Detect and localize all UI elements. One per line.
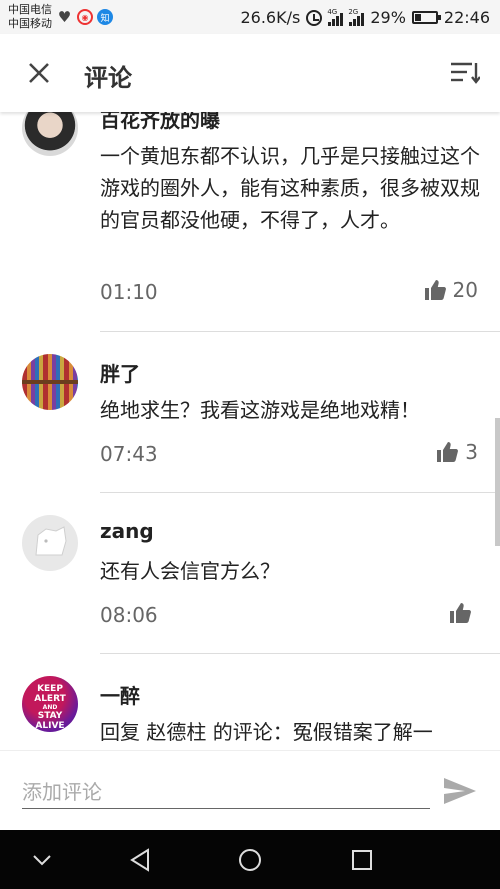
comment-author[interactable]: 一醉 [100,680,140,709]
comment-text: 回复 赵德柱 的评论：冤假错案了解一 [100,720,433,744]
sort-button[interactable] [448,58,482,88]
status-right: 26.6K/s 4G 2G 29% 22:46 [240,8,490,27]
like-count: 20 [452,278,478,302]
thumbs-up-icon [437,442,459,462]
battery-percent: 29% [370,8,406,27]
signal-icon-1: 4G [327,7,344,26]
comment-list[interactable]: 百花齐放的曝 一个黄旭东都不认识，几乎是只接触过这个游戏的圈外人，能有这种素质，… [0,112,500,750]
network-tag-1: 4G [327,7,338,16]
comment-author[interactable]: 百花齐放的曝 [100,112,220,133]
comment-input-bar [0,750,500,830]
back-triangle-icon [130,848,149,872]
comment-text: 绝地求生？我看这游戏是绝地戏精！ [100,398,420,422]
weibo-icon: ◉ [77,9,93,25]
alarm-icon [306,9,323,26]
comments-header: 评论 [0,34,500,112]
send-button[interactable] [442,775,478,807]
back-button[interactable] [124,844,156,876]
system-nav-bar [0,830,500,889]
sort-icon [451,62,480,84]
carrier-2: 中国移动 [8,17,52,30]
comment-item: KEEP ALERT AND STAY ALIVE 一醉 回复 赵德柱 的评论：… [0,654,500,750]
recents-button[interactable] [346,844,378,876]
comment-item: 百花齐放的曝 一个黄旭东都不认识，几乎是只接触过这个游戏的圈外人，能有这种素质，… [0,112,500,332]
comment-text: 一个黄旭东都不认识，几乎是只接触过这个游戏的圈外人，能有这种素质，很多被双规的官… [100,144,480,232]
comment-time: 07:43 [100,442,158,466]
zhihu-icon: 知 [97,9,113,25]
thumbs-up-icon [450,603,471,623]
user-avatar[interactable] [22,515,78,571]
close-button[interactable] [22,58,56,88]
comment-item: zang 还有人会信官方么？ 08:06 [0,493,500,653]
like-button[interactable] [448,601,478,625]
clock: 22:46 [443,8,490,27]
carrier-1: 中国电信 [8,3,52,16]
thumbs-up-icon [424,280,446,300]
comment-text: 还有人会信官方么？ [100,559,280,583]
send-icon [444,778,476,804]
close-icon [29,63,49,83]
like-count: 3 [465,440,478,464]
comment-item: 胖了 绝地求生？我看这游戏是绝地戏精！ 07:43 3 [0,332,500,492]
comment-input[interactable] [22,775,430,809]
comment-time: 08:06 [100,603,158,627]
page-title: 评论 [84,64,132,92]
heart-monitor-icon: ♥ [57,7,72,26]
user-avatar[interactable]: KEEP ALERT AND STAY ALIVE [22,676,78,732]
notification-icons: ♥ ◉ 知 [56,9,113,25]
user-avatar[interactable] [22,354,78,410]
like-button[interactable]: 20 [423,278,478,302]
home-circle-icon [239,849,261,871]
carrier-labels: 中国电信 中国移动 [8,3,52,31]
battery-icon [411,11,441,24]
signal-icon-2: 2G [348,7,365,26]
comment-time: 01:10 [100,280,158,304]
default-avatar-icon [35,526,67,556]
scrollbar[interactable] [495,418,500,546]
recents-square-icon [352,850,372,870]
like-button[interactable]: 3 [435,440,478,464]
comment-author[interactable]: 胖了 [100,358,140,387]
home-button[interactable] [234,844,266,876]
user-avatar[interactable] [22,112,78,156]
net-speed: 26.6K/s [240,8,301,27]
chevron-down-icon [33,855,51,866]
hide-nav-button[interactable] [26,844,58,876]
comment-author[interactable]: zang [100,519,154,543]
status-bar: 中国电信 中国移动 ♥ ◉ 知 26.6K/s 4G 2G 29% 22:46 [0,0,500,34]
network-tag-2: 2G [348,7,359,16]
